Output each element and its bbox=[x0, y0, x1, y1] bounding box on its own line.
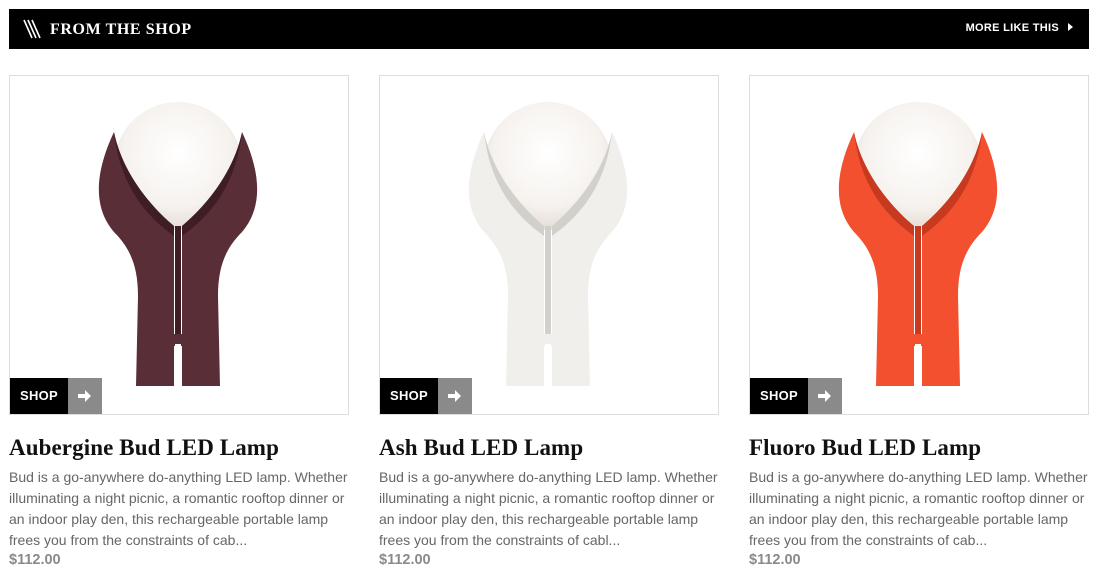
product-name[interactable]: Fluoro Bud LED Lamp bbox=[749, 435, 1089, 461]
product-card[interactable]: SHOP Fluoro Bud LED Lamp Bud is a go-any… bbox=[749, 75, 1089, 568]
shop-header-bar: FROM THE SHOP MORE LIKE THIS bbox=[9, 9, 1089, 49]
slashes-logo-icon bbox=[23, 19, 41, 39]
product-description: Bud is a go-anywhere do-anything LED lam… bbox=[9, 469, 348, 548]
product-card[interactable]: SHOP Aubergine Bud LED Lamp Bud is a go-… bbox=[9, 75, 349, 568]
product-image[interactable]: SHOP bbox=[379, 75, 719, 415]
product-name[interactable]: Ash Bud LED Lamp bbox=[379, 435, 719, 461]
arrow-right-icon bbox=[438, 378, 472, 414]
product-description: Bud is a go-anywhere do-anything LED lam… bbox=[749, 469, 1088, 548]
product-description: Bud is a go-anywhere do-anything LED lam… bbox=[379, 469, 718, 548]
shop-button-label: SHOP bbox=[380, 378, 438, 414]
product-price: $112.00 bbox=[9, 552, 61, 568]
triangle-right-icon bbox=[1068, 23, 1073, 32]
shop-button[interactable]: SHOP bbox=[10, 378, 102, 414]
section-title: FROM THE SHOP bbox=[50, 21, 192, 38]
product-image[interactable]: SHOP bbox=[749, 75, 1089, 415]
product-card[interactable]: SHOP Ash Bud LED Lamp Bud is a go-anywhe… bbox=[379, 75, 719, 568]
shop-button[interactable]: SHOP bbox=[750, 378, 842, 414]
lamp-image bbox=[98, 102, 258, 386]
shop-button-label: SHOP bbox=[10, 378, 68, 414]
arrow-right-icon bbox=[808, 378, 842, 414]
product-name[interactable]: Aubergine Bud LED Lamp bbox=[9, 435, 349, 461]
more-like-this-label: MORE LIKE THIS bbox=[965, 22, 1059, 34]
shop-button-label: SHOP bbox=[750, 378, 808, 414]
shop-button[interactable]: SHOP bbox=[380, 378, 472, 414]
lamp-image bbox=[838, 102, 998, 386]
product-price: $112.00 bbox=[379, 552, 431, 568]
product-price: $112.00 bbox=[749, 552, 801, 568]
lamp-image bbox=[468, 102, 628, 386]
more-like-this-link[interactable]: MORE LIKE THIS bbox=[966, 22, 1073, 34]
product-image[interactable]: SHOP bbox=[9, 75, 349, 415]
arrow-right-icon bbox=[68, 378, 102, 414]
